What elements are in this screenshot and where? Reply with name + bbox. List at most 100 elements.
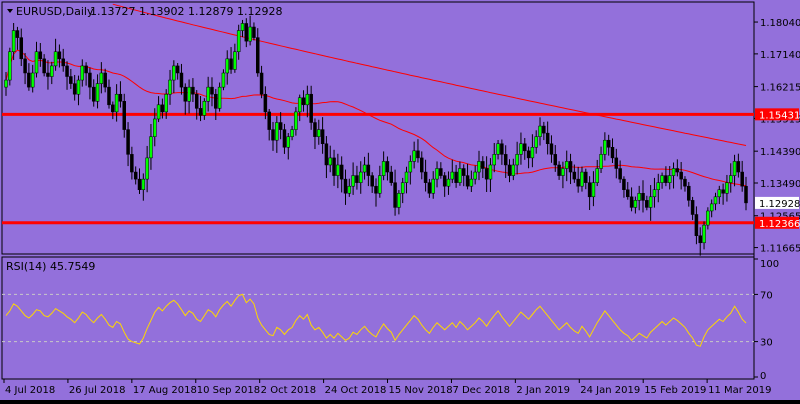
candle-body <box>725 182 729 194</box>
candle-body <box>233 51 237 70</box>
candle-body <box>114 93 119 113</box>
candle-body <box>137 178 142 190</box>
candle-body <box>328 157 332 166</box>
trading-chart-window: EURUSD,Daily 1.13727 1.13902 1.12879 1.1… <box>0 0 800 400</box>
candle-body <box>111 104 115 113</box>
candle-body <box>549 143 554 155</box>
candle-body <box>683 178 687 187</box>
candle-body <box>133 171 138 180</box>
candle-body <box>397 193 401 208</box>
price-tick-label: 1.18040 <box>760 18 800 29</box>
candle-body <box>732 161 737 176</box>
candle-body <box>648 196 653 208</box>
candle-body <box>660 175 664 183</box>
candle-body <box>645 200 649 208</box>
candle-body <box>179 72 184 88</box>
candle-body <box>23 58 27 74</box>
candle-body <box>496 143 500 155</box>
rsi-tick-label: 0 <box>760 371 766 382</box>
candle-body <box>164 93 168 113</box>
candle-body <box>317 129 321 137</box>
candle-body <box>229 58 233 70</box>
candle-body <box>206 86 210 102</box>
candle-body <box>458 168 462 183</box>
candle-body <box>481 161 485 169</box>
candle-body <box>91 86 96 102</box>
candle-body <box>629 196 634 208</box>
rsi-title: RSI(14) 45.7549 <box>6 260 95 273</box>
candle-body <box>297 97 302 113</box>
candle-body <box>38 51 43 60</box>
candle-body <box>11 30 16 53</box>
candle-body <box>320 129 325 144</box>
candle-body <box>198 108 203 116</box>
candle-body <box>65 65 69 77</box>
candle-body <box>88 72 92 88</box>
candle-body <box>465 175 470 187</box>
candle-body <box>664 175 668 183</box>
candle-body <box>545 132 550 144</box>
candle-body <box>172 65 176 81</box>
candle-body <box>156 104 161 120</box>
candle-body <box>435 168 439 180</box>
candle-body <box>561 168 565 176</box>
candle-body <box>153 118 157 137</box>
candle-body <box>564 161 569 169</box>
candle-body <box>4 79 8 88</box>
candle-body <box>34 51 39 74</box>
candle-body <box>439 168 443 176</box>
candle-body <box>103 72 107 88</box>
candle-body <box>347 185 352 194</box>
candle-body <box>343 178 348 194</box>
candle-body <box>309 93 313 123</box>
candle <box>8 47 12 86</box>
candle-body <box>202 101 207 116</box>
chart-canvas[interactable]: EURUSD,Daily 1.13727 1.13902 1.12879 1.1… <box>0 0 800 400</box>
candle-body <box>584 171 588 183</box>
candle-body <box>313 122 317 137</box>
candle-body <box>473 171 477 180</box>
time-tick-label: 7 Dec 2018 <box>452 385 510 396</box>
candle-body <box>400 182 405 194</box>
candle-body <box>656 182 661 190</box>
candle-body <box>15 30 20 38</box>
candle-body <box>282 129 287 148</box>
candle-body <box>99 72 104 84</box>
candle-body <box>130 154 134 173</box>
candle-body <box>332 157 336 176</box>
candle-body <box>721 189 725 194</box>
candle-body <box>118 93 123 102</box>
candle-body <box>305 93 310 106</box>
time-tick-label: 2 Oct 2018 <box>261 385 316 396</box>
candle-body <box>107 86 111 106</box>
candle-body <box>275 122 279 141</box>
candle-body <box>591 182 596 198</box>
candle-body <box>580 171 584 187</box>
candle-body <box>461 168 466 176</box>
candle-body <box>374 185 378 194</box>
candle-body <box>50 65 54 77</box>
time-tick-label: 15 Nov 2018 <box>389 385 453 396</box>
time-tick-label: 2 Jan 2019 <box>516 385 570 396</box>
candle-body <box>713 196 718 205</box>
candle-body <box>442 175 447 187</box>
candle-body <box>187 86 191 102</box>
candle-body <box>534 136 538 148</box>
candle-body <box>122 101 126 130</box>
candle-body <box>278 122 283 130</box>
candle-body <box>637 193 641 201</box>
level-price-label-2: 1.12366 <box>759 219 800 230</box>
candle-body <box>27 72 31 88</box>
candle-body <box>706 210 710 226</box>
time-tick-label: 15 Feb 2019 <box>644 385 706 396</box>
candle-body <box>355 175 359 183</box>
candle-body <box>709 203 714 212</box>
candle-body <box>370 175 374 187</box>
candle-body <box>633 200 638 208</box>
candle-body <box>263 93 268 113</box>
candle-body <box>500 143 504 155</box>
candle-body <box>259 72 264 95</box>
candle-body <box>507 164 512 176</box>
candle-body <box>622 178 626 190</box>
candle-body <box>477 161 481 173</box>
